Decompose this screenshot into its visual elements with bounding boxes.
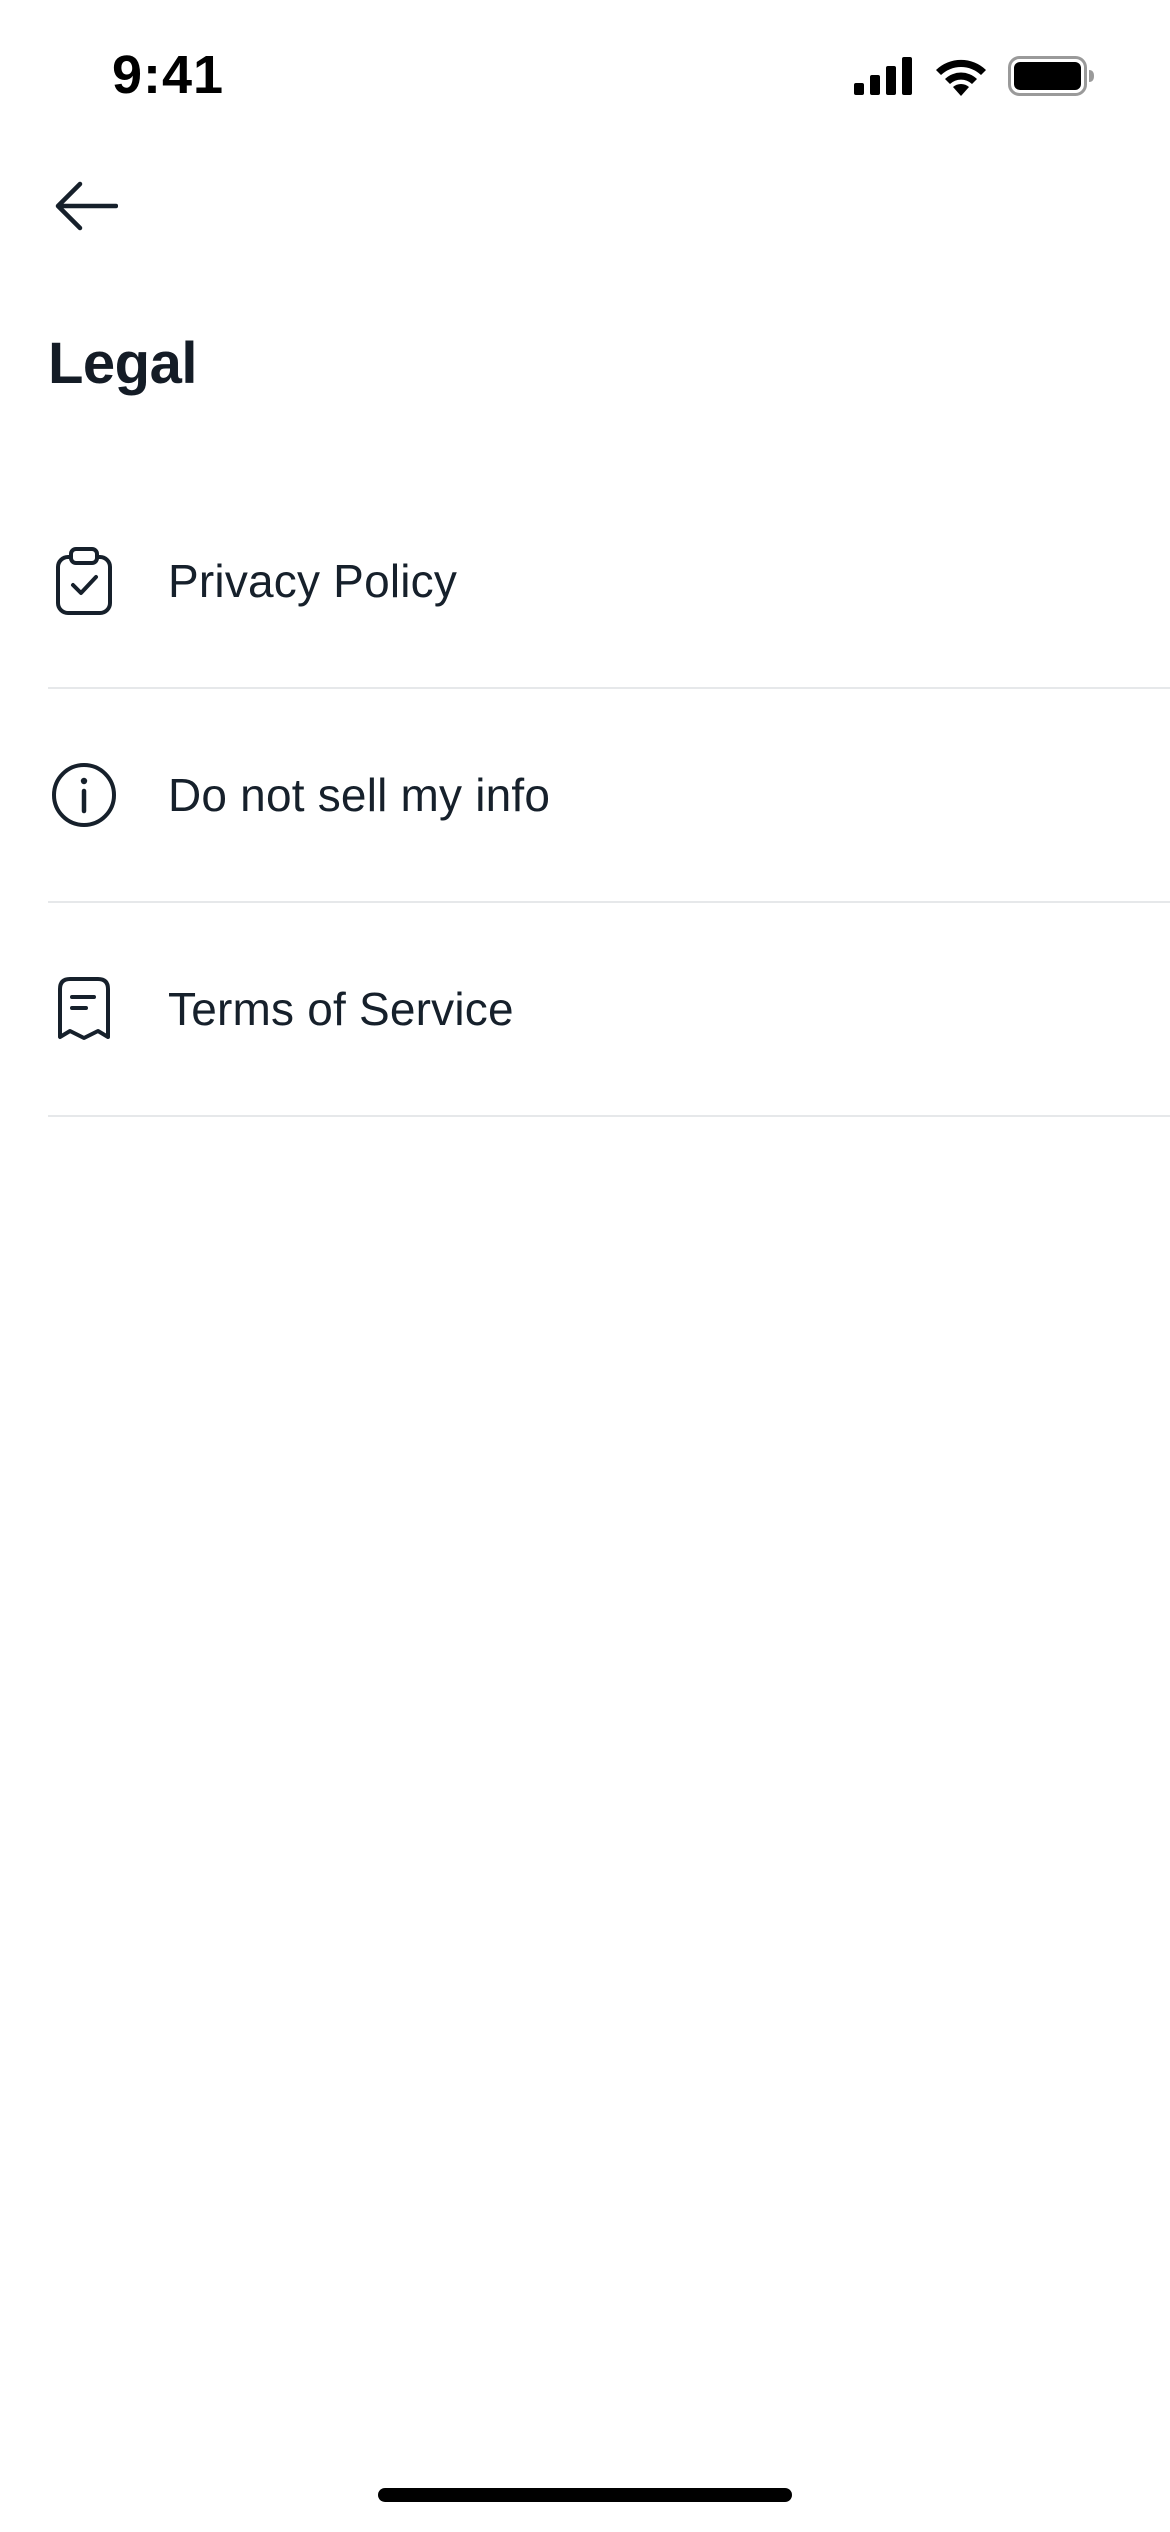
list-item-privacy-policy[interactable]: Privacy Policy [48, 475, 1170, 689]
status-time: 9:41 [112, 45, 225, 105]
page-title: Legal [48, 331, 198, 396]
arrow-left-icon [55, 181, 118, 231]
list-item-do-not-sell[interactable]: Do not sell my info [48, 689, 1170, 903]
list-item-label: Privacy Policy [168, 555, 458, 607]
list-item-terms-of-service[interactable]: Terms of Service [48, 903, 1170, 1117]
back-button[interactable] [40, 166, 132, 246]
status-bar: 9:41 [0, 0, 1170, 150]
legal-list: Privacy Policy Do not sell my info Terms… [48, 475, 1170, 1117]
receipt-icon [48, 973, 120, 1045]
list-item-label: Do not sell my info [168, 769, 551, 821]
status-icons [854, 54, 1094, 98]
battery-icon [1008, 56, 1094, 96]
info-circle-icon [48, 759, 120, 831]
wifi-icon [936, 59, 986, 96]
signal-icon [854, 57, 912, 95]
list-item-label: Terms of Service [168, 983, 514, 1035]
clipboard-check-icon [48, 545, 120, 617]
home-indicator[interactable] [378, 2488, 792, 2502]
